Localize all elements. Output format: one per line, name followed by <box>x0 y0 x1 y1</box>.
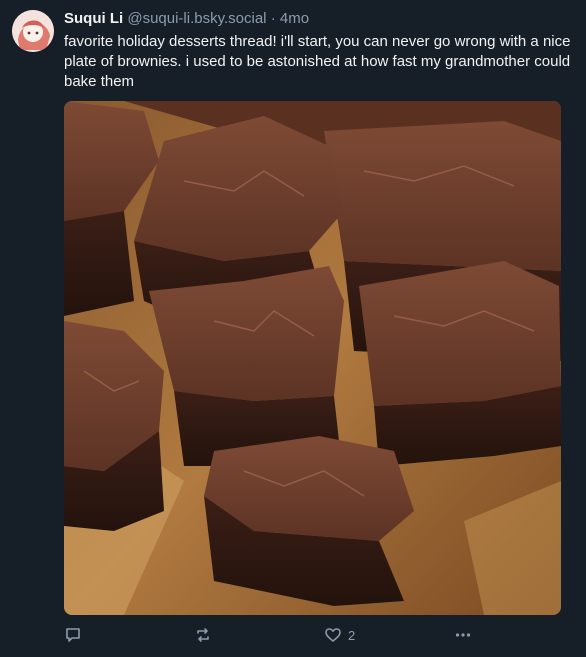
like-button[interactable]: 2 <box>324 624 355 646</box>
heart-icon <box>324 626 342 644</box>
author-name[interactable]: Suqui Li <box>64 10 123 27</box>
reply-icon <box>64 626 82 644</box>
post-timestamp[interactable]: 4mo <box>280 10 309 27</box>
avatar[interactable] <box>12 10 54 52</box>
reply-button[interactable] <box>64 624 82 646</box>
like-count: 2 <box>348 627 356 643</box>
post-actions: 2 <box>64 624 484 646</box>
post-text: favorite holiday desserts thread! i'll s… <box>64 33 571 90</box>
post-image[interactable] <box>64 101 561 615</box>
author-handle[interactable]: @suqui-li.bsky.social <box>127 10 266 27</box>
feed-post: Suqui Li @suqui-li.bsky.social · 4mo fav… <box>0 0 586 657</box>
more-icon <box>454 626 472 644</box>
separator-dot: · <box>270 10 276 27</box>
post-header: Suqui Li @suqui-li.bsky.social · 4mo <box>64 10 309 28</box>
repost-icon <box>194 626 212 644</box>
more-options-button[interactable] <box>454 624 472 646</box>
repost-button[interactable] <box>194 624 212 646</box>
